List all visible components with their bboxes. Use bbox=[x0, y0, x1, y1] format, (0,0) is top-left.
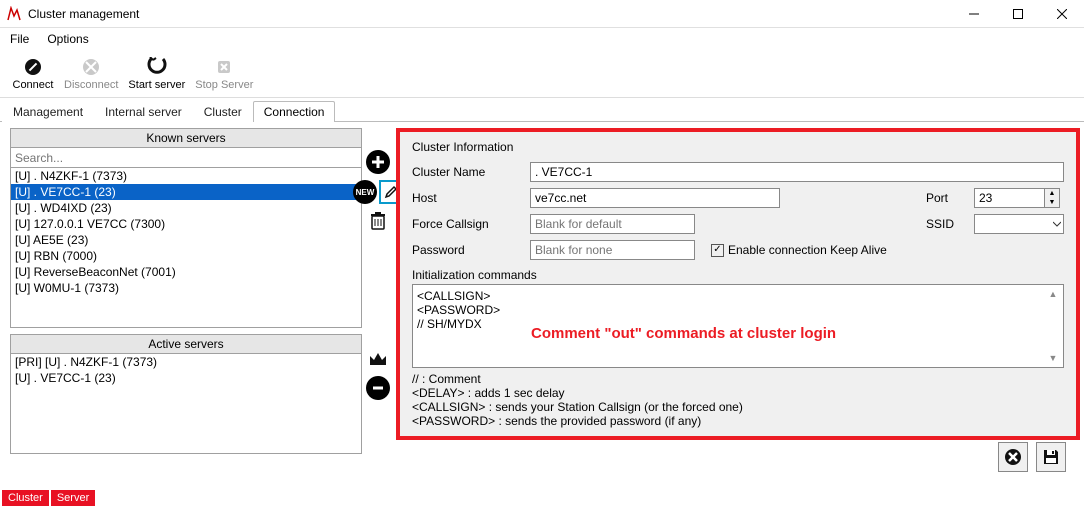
active-toolbar bbox=[366, 334, 390, 454]
active-servers-header: Active servers bbox=[11, 335, 361, 354]
port-input[interactable] bbox=[974, 188, 1044, 208]
active-server-item[interactable]: [U] . VE7CC-1 (23) bbox=[11, 370, 361, 386]
menu-options[interactable]: Options bbox=[47, 32, 88, 46]
new-badge-icon[interactable]: NEW bbox=[353, 180, 377, 204]
keepalive-label: Enable connection Keep Alive bbox=[728, 243, 887, 257]
password-label: Password bbox=[412, 243, 522, 257]
set-primary-button[interactable] bbox=[367, 348, 389, 370]
init-scrollbar[interactable]: ▲ ▼ bbox=[1045, 289, 1061, 363]
disconnect-label: Disconnect bbox=[64, 79, 118, 91]
host-input[interactable] bbox=[530, 188, 780, 208]
save-icon bbox=[1041, 447, 1061, 467]
tab-management[interactable]: Management bbox=[2, 101, 94, 122]
stop-server-label: Stop Server bbox=[195, 79, 253, 91]
disconnect-button[interactable]: Disconnect bbox=[60, 55, 122, 93]
force-callsign-input[interactable] bbox=[530, 214, 695, 234]
minimize-button[interactable] bbox=[952, 0, 996, 28]
host-label: Host bbox=[412, 191, 522, 205]
connect-label: Connect bbox=[13, 79, 54, 91]
start-server-button[interactable]: Start server bbox=[124, 55, 189, 93]
chevron-down-icon bbox=[1053, 220, 1061, 228]
tab-internal-server[interactable]: Internal server bbox=[94, 101, 193, 122]
tab-strip: Management Internal server Cluster Conne… bbox=[0, 98, 1084, 122]
known-server-item[interactable]: [U] . WD4IXD (23) bbox=[11, 200, 361, 216]
init-commands-label: Initialization commands bbox=[412, 268, 1064, 282]
active-server-item[interactable]: [PRI] [U] . N4ZKF-1 (7373) bbox=[11, 354, 361, 370]
port-up-icon[interactable]: ▲ bbox=[1045, 189, 1059, 198]
right-panel: Cluster Information Cluster Name Host Po… bbox=[396, 128, 1080, 484]
init-commands-textarea[interactable]: <CALLSIGN><PASSWORD>// SH/MYDX Comment "… bbox=[412, 284, 1064, 368]
init-hints: // : Comment<DELAY> : adds 1 sec delay<C… bbox=[412, 372, 1064, 428]
maximize-button[interactable] bbox=[996, 0, 1040, 28]
trash-icon bbox=[369, 211, 387, 231]
cluster-name-label: Cluster Name bbox=[412, 165, 522, 179]
scroll-down-icon[interactable]: ▼ bbox=[1045, 353, 1061, 363]
toolbar: Connect Disconnect Start server Stop Ser… bbox=[0, 50, 1084, 98]
known-search-input[interactable] bbox=[11, 148, 361, 168]
cluster-info-label: Cluster Information bbox=[412, 140, 1064, 154]
close-button[interactable] bbox=[1040, 0, 1084, 28]
known-server-item[interactable]: [U] W0MU-1 (7373) bbox=[11, 280, 361, 296]
status-bar: Cluster Server bbox=[0, 488, 1084, 508]
ssid-combo[interactable] bbox=[974, 214, 1064, 234]
port-spinner[interactable]: ▲▼ bbox=[974, 188, 1064, 208]
connect-button[interactable]: Connect bbox=[8, 55, 58, 93]
disconnect-icon bbox=[81, 57, 101, 77]
window-title: Cluster management bbox=[28, 7, 952, 21]
hint-line: <CALLSIGN> : sends your Station Callsign… bbox=[412, 400, 1064, 414]
add-server-button[interactable] bbox=[366, 150, 390, 174]
password-input[interactable] bbox=[530, 240, 695, 260]
delete-server-button[interactable] bbox=[367, 210, 389, 232]
active-servers-list[interactable]: [PRI] [U] . N4ZKF-1 (7373)[U] . VE7CC-1 … bbox=[11, 354, 361, 453]
hint-line: <PASSWORD> : sends the provided password… bbox=[412, 414, 1064, 428]
known-servers-list[interactable]: [U] . N4ZKF-1 (7373)[U] . VE7CC-1 (23)[U… bbox=[11, 168, 361, 327]
annotation-overlay: Comment "out" commands at cluster login bbox=[531, 325, 836, 342]
start-server-icon bbox=[147, 57, 167, 77]
hint-line: // : Comment bbox=[412, 372, 1064, 386]
left-column: Known servers [U] . N4ZKF-1 (7373)[U] . … bbox=[10, 128, 390, 484]
known-server-item[interactable]: [U] . VE7CC-1 (23) bbox=[11, 184, 361, 200]
menu-file[interactable]: File bbox=[10, 32, 29, 46]
cancel-icon bbox=[1003, 447, 1023, 467]
known-server-item[interactable]: [U] AE5E (23) bbox=[11, 232, 361, 248]
known-server-item[interactable]: [U] 127.0.0.1 VE7CC (7300) bbox=[11, 216, 361, 232]
cluster-name-input[interactable] bbox=[530, 162, 1064, 182]
known-server-item[interactable]: [U] RBN (7000) bbox=[11, 248, 361, 264]
hint-line: <DELAY> : adds 1 sec delay bbox=[412, 386, 1064, 400]
status-server[interactable]: Server bbox=[51, 490, 95, 506]
keepalive-checkbox[interactable] bbox=[711, 244, 724, 257]
cluster-info-group: Cluster Information Cluster Name Host Po… bbox=[396, 128, 1080, 440]
main-content: Known servers [U] . N4ZKF-1 (7373)[U] . … bbox=[0, 122, 1084, 488]
save-button[interactable] bbox=[1036, 442, 1066, 472]
init-command-line: <CALLSIGN> bbox=[417, 289, 1059, 303]
known-server-item[interactable]: [U] . N4ZKF-1 (7373) bbox=[11, 168, 361, 184]
active-servers-panel: Active servers [PRI] [U] . N4ZKF-1 (7373… bbox=[10, 334, 362, 454]
titlebar: Cluster management bbox=[0, 0, 1084, 28]
stop-server-icon bbox=[214, 57, 234, 77]
tab-cluster[interactable]: Cluster bbox=[193, 101, 253, 122]
port-label: Port bbox=[926, 191, 966, 205]
connect-icon bbox=[23, 57, 43, 77]
ssid-label: SSID bbox=[926, 217, 966, 231]
stop-server-button[interactable]: Stop Server bbox=[191, 55, 257, 93]
known-servers-panel: Known servers [U] . N4ZKF-1 (7373)[U] . … bbox=[10, 128, 362, 328]
tab-connection[interactable]: Connection bbox=[253, 101, 336, 122]
known-toolbar: NEW bbox=[366, 128, 390, 328]
start-server-label: Start server bbox=[128, 79, 185, 91]
cancel-edit-button[interactable] bbox=[998, 442, 1028, 472]
menubar: File Options bbox=[0, 28, 1084, 50]
status-cluster[interactable]: Cluster bbox=[2, 490, 49, 506]
known-server-item[interactable]: [U] ReverseBeaconNet (7001) bbox=[11, 264, 361, 280]
init-command-line: <PASSWORD> bbox=[417, 303, 1059, 317]
port-down-icon[interactable]: ▼ bbox=[1045, 198, 1059, 207]
crown-icon bbox=[368, 351, 388, 367]
scroll-up-icon[interactable]: ▲ bbox=[1045, 289, 1061, 299]
force-callsign-label: Force Callsign bbox=[412, 217, 522, 231]
known-servers-header: Known servers bbox=[11, 129, 361, 148]
app-icon bbox=[6, 6, 22, 22]
remove-active-button[interactable] bbox=[366, 376, 390, 400]
